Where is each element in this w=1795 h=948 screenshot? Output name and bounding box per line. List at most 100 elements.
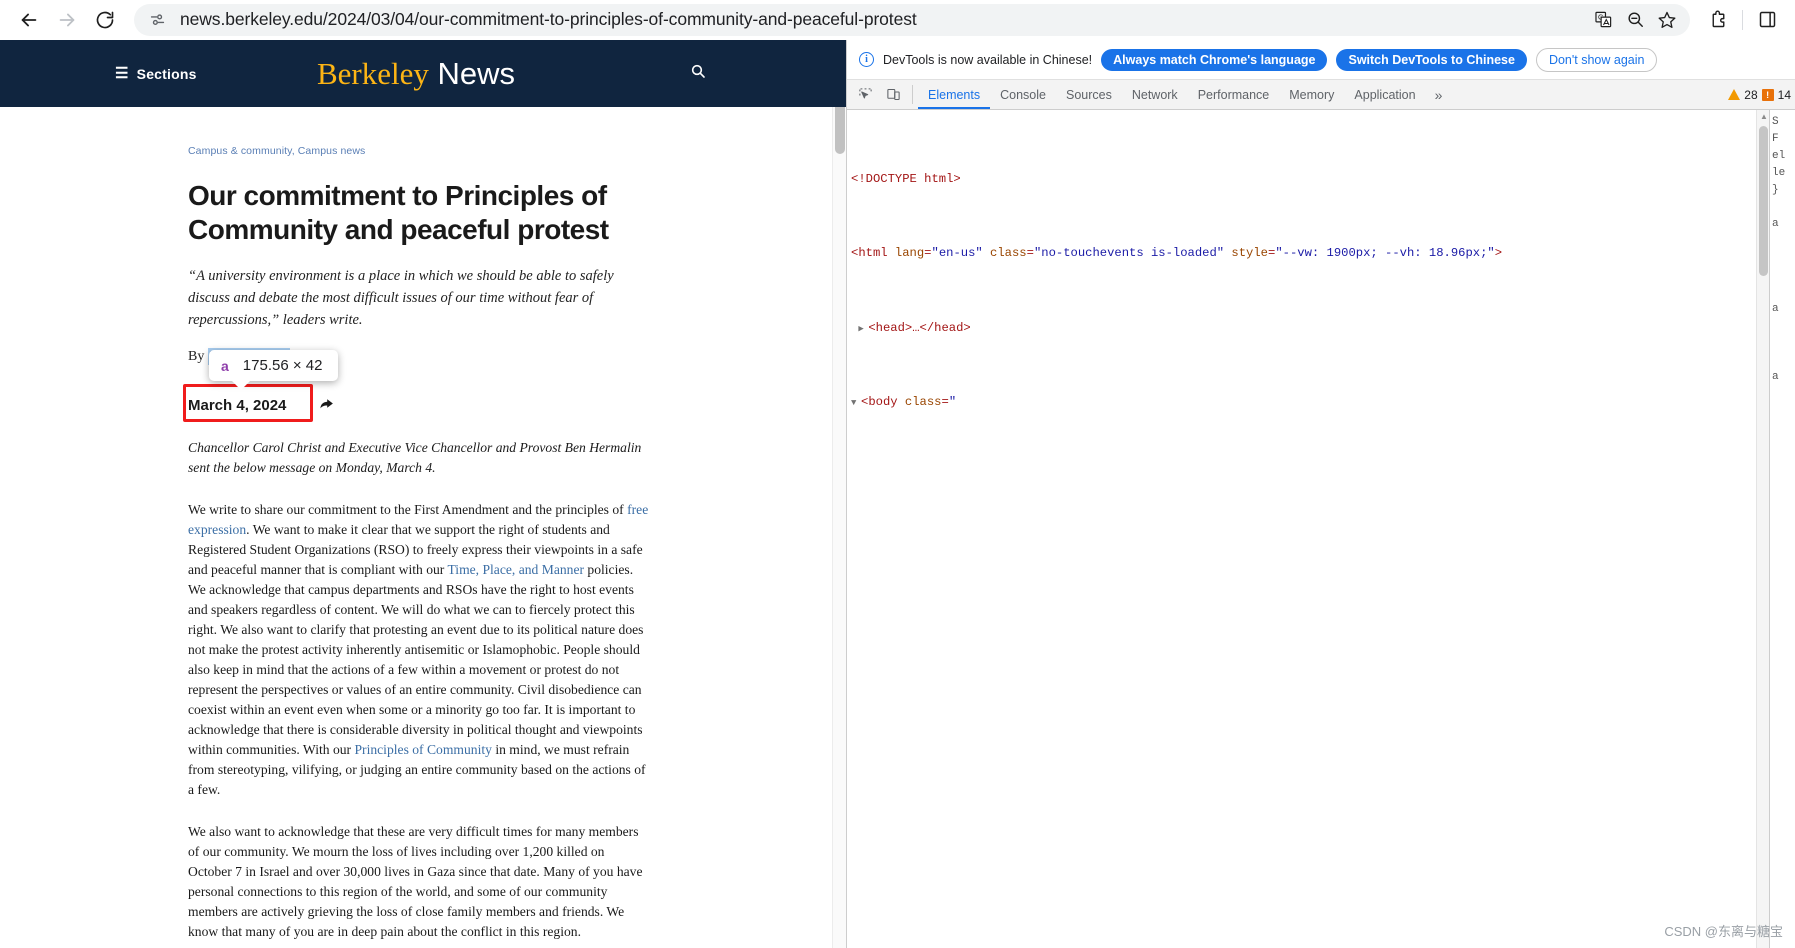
- inspect-element-icon[interactable]: [851, 80, 879, 109]
- dom-blank: [851, 914, 1756, 933]
- tab-network[interactable]: Network: [1122, 80, 1188, 109]
- dom-tree-pane[interactable]: <!DOCTYPE html> <html lang="en-us" class…: [847, 110, 1756, 948]
- tab-elements[interactable]: Elements: [918, 80, 990, 109]
- search-icon[interactable]: [690, 63, 706, 84]
- dom-blank: [851, 467, 1756, 486]
- inspector-tooltip: a 175.56 × 42: [209, 350, 339, 390]
- dom-blank: [851, 802, 1756, 821]
- dom-attr-value: "--vw: 1900px; --vh: 18.96px;": [1275, 246, 1495, 261]
- browser-toolbar: news.berkeley.edu/2024/03/04/our-commitm…: [0, 0, 1795, 40]
- scroll-up-arrow-icon[interactable]: ▲: [1760, 112, 1768, 121]
- styles-line: [1772, 267, 1793, 284]
- dom-body-tag: <body: [861, 394, 898, 409]
- share-icon[interactable]: [318, 395, 335, 416]
- tab-sources[interactable]: Sources: [1056, 80, 1122, 109]
- p1-c: policies. We acknowledge that campus dep…: [188, 562, 644, 757]
- sections-menu-button[interactable]: ☰ Sections: [115, 66, 197, 82]
- error-icon: !: [1761, 88, 1774, 101]
- zoom-out-icon[interactable]: [1620, 5, 1650, 35]
- warning-count[interactable]: 28: [1744, 88, 1757, 102]
- styles-line: [1772, 250, 1793, 267]
- styles-line: a: [1772, 371, 1779, 383]
- sections-label: Sections: [136, 65, 197, 82]
- logo-berkeley: Berkeley: [316, 55, 429, 91]
- inspector-tooltip-tag: a: [221, 357, 229, 374]
- byline-prefix: By: [188, 349, 208, 365]
- page-scrollbar[interactable]: [832, 40, 846, 948]
- always-match-language-button[interactable]: Always match Chrome's language: [1101, 48, 1328, 71]
- dom-scrollbar[interactable]: ▲: [1756, 110, 1769, 948]
- dom-attr: lang: [894, 246, 925, 261]
- back-button[interactable]: [12, 3, 46, 37]
- styles-line: S: [1772, 116, 1779, 128]
- dont-show-again-button[interactable]: Don't show again: [1535, 47, 1658, 72]
- dom-line[interactable]: ▶ <head>…</head>: [851, 319, 1756, 338]
- site-info-icon[interactable]: [144, 7, 170, 33]
- hamburger-icon: ☰: [115, 65, 129, 82]
- page-viewport: ☰ Sections Berkeley News Campus & commun…: [0, 40, 846, 948]
- bookmark-star-icon[interactable]: [1652, 5, 1682, 35]
- tab-memory[interactable]: Memory: [1279, 80, 1344, 109]
- side-panel-icon[interactable]: [1751, 4, 1783, 36]
- dom-attr-value: "no-touchevents is-loaded": [1033, 246, 1225, 261]
- tab-console[interactable]: Console: [990, 80, 1056, 109]
- forward-button[interactable]: [50, 3, 84, 37]
- device-toolbar-icon[interactable]: [879, 80, 907, 109]
- warning-icon: [1728, 89, 1741, 100]
- article-deck: “A university environment is a place in …: [188, 268, 614, 328]
- dom-blank: [851, 523, 1756, 542]
- styles-line: F: [1772, 133, 1779, 145]
- extensions-icon[interactable]: [1702, 4, 1734, 36]
- styles-line: [1772, 352, 1793, 369]
- dom-blank: [851, 635, 1756, 654]
- styles-line: [1772, 199, 1793, 216]
- styles-pane[interactable]: S F el le } a a a: [1769, 110, 1795, 948]
- more-tabs-icon[interactable]: »: [1426, 80, 1452, 109]
- link-time-place-manner[interactable]: Time, Place, and Manner: [447, 562, 584, 577]
- dom-html-tag: <html: [851, 246, 888, 261]
- collapse-triangle-icon[interactable]: ▼: [851, 394, 861, 413]
- styles-line: [1772, 284, 1793, 301]
- toolbar-divider: [1742, 9, 1743, 30]
- breadcrumb[interactable]: Campus & community, Campus news: [188, 145, 846, 157]
- toolbar-actions: [1702, 4, 1783, 36]
- site-header: ☰ Sections Berkeley News: [0, 40, 832, 107]
- switch-devtools-language-button[interactable]: Switch DevTools to Chinese: [1336, 48, 1527, 71]
- dom-head-node: <head>…</head>: [868, 320, 971, 335]
- tab-performance[interactable]: Performance: [1188, 80, 1280, 109]
- article-paragraph-1: We write to share our commitment to the …: [188, 500, 650, 800]
- dom-scrollbar-thumb[interactable]: [1759, 126, 1768, 276]
- watermark: CSDN @东离与糖宝: [1664, 924, 1783, 939]
- devtools-body: <!DOCTYPE html> <html lang="en-us" class…: [847, 110, 1795, 948]
- dom-line[interactable]: ▼ <body class=": [851, 393, 1756, 412]
- styles-line: [1772, 318, 1793, 335]
- logo-news: News: [428, 55, 516, 91]
- styles-line: }: [1772, 184, 1779, 196]
- styles-line: [1772, 233, 1793, 250]
- page-title: Our commitment to Principles of Communit…: [188, 180, 609, 245]
- inspector-tooltip-dimensions: 175.56 × 42: [242, 357, 323, 374]
- publish-date-row: March 4, 2024: [188, 395, 846, 416]
- link-principles-of-community[interactable]: Principles of Community: [354, 742, 491, 757]
- publish-date: March 4, 2024: [188, 397, 287, 415]
- dom-blank: [851, 579, 1756, 598]
- expand-triangle-icon[interactable]: ▶: [858, 320, 868, 339]
- translate-icon[interactable]: G: [1588, 5, 1618, 35]
- dom-blank: [851, 690, 1756, 709]
- dom-line[interactable]: <!DOCTYPE html>: [851, 170, 1756, 189]
- styles-line: [1772, 335, 1793, 352]
- info-icon: i: [859, 52, 874, 67]
- article: Campus & community, Campus news Our comm…: [0, 107, 846, 942]
- notice-text: DevTools is now available in Chinese!: [883, 52, 1093, 67]
- tab-application[interactable]: Application: [1344, 80, 1425, 109]
- devtools-language-notice: i DevTools is now available in Chinese! …: [847, 40, 1795, 80]
- dom-tree: <!DOCTYPE html> <html lang="en-us" class…: [847, 110, 1756, 948]
- dom-attr: style: [1231, 246, 1268, 261]
- article-lede: Chancellor Carol Christ and Executive Vi…: [188, 440, 642, 476]
- dom-line[interactable]: <html lang="en-us" class="no-touchevents…: [851, 244, 1756, 263]
- reload-button[interactable]: [88, 3, 122, 37]
- error-count[interactable]: 14: [1778, 88, 1791, 102]
- article-paragraph-2: We also want to acknowledge that these a…: [188, 823, 643, 939]
- address-bar[interactable]: news.berkeley.edu/2024/03/04/our-commitm…: [134, 3, 1690, 36]
- site-logo[interactable]: Berkeley News: [317, 56, 515, 92]
